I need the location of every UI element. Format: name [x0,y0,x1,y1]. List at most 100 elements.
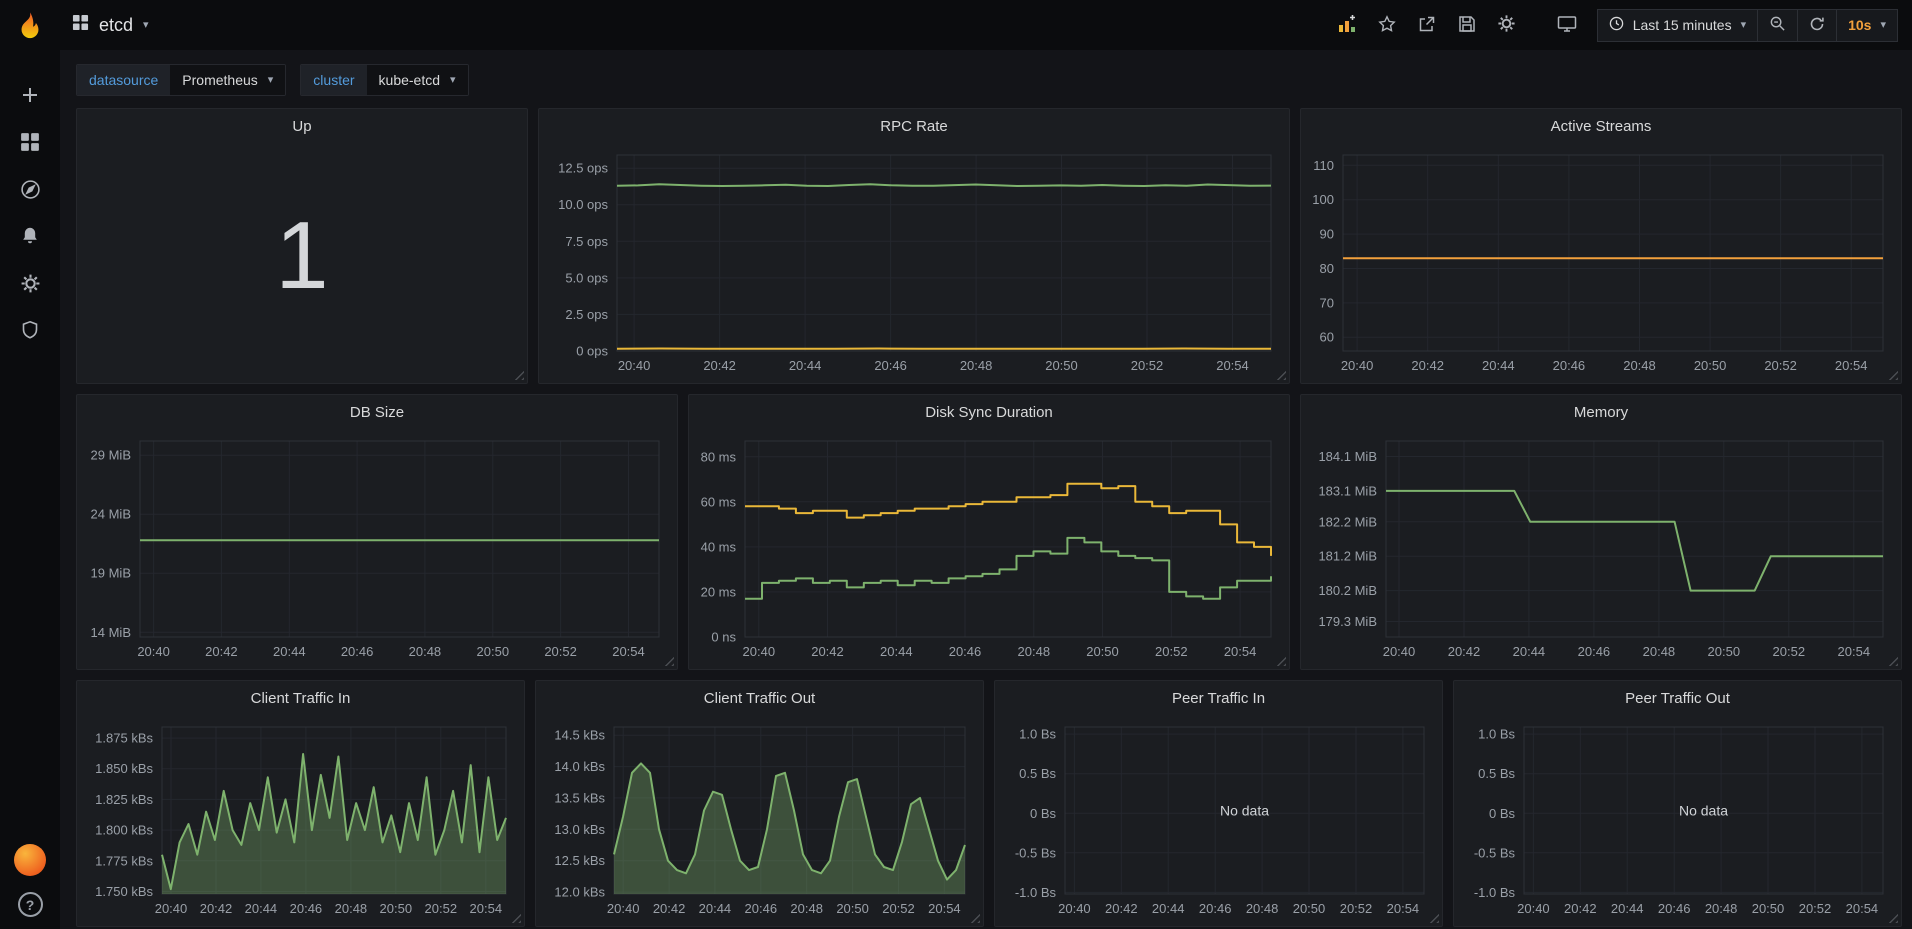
star-dashboard-button[interactable] [1369,10,1405,40]
svg-text:20:50: 20:50 [1293,901,1326,916]
svg-text:20:50: 20:50 [1694,358,1727,373]
svg-text:80: 80 [1320,261,1334,276]
svg-text:20:50: 20:50 [1708,644,1741,659]
peer-traffic-out-chart[interactable]: 20:4020:4220:4420:4620:4820:5020:5220:54… [1458,715,1897,924]
svg-text:20:42: 20:42 [811,644,844,659]
dashboard-row-3: Client Traffic In 20:4020:4220:4420:4620… [76,680,1902,927]
svg-text:20:54: 20:54 [1835,358,1868,373]
memory-chart[interactable]: 20:4020:4220:4420:4620:4820:5020:5220:54… [1305,429,1897,667]
zoom-out-time-button[interactable] [1758,9,1798,42]
variable-datasource-dropdown[interactable]: Prometheus ▾ [170,65,285,95]
variable-datasource-value: Prometheus [182,72,257,88]
svg-text:60: 60 [1320,330,1334,345]
rpc-rate-chart[interactable]: 20:4020:4220:4420:4620:4820:5020:5220:54… [543,143,1285,381]
svg-text:20:52: 20:52 [1131,358,1164,373]
dashboard-settings-button[interactable] [1489,10,1525,40]
clock-icon [1609,16,1624,34]
panel-title[interactable]: Active Streams [1301,109,1901,143]
panel-title[interactable]: Peer Traffic In [995,681,1442,715]
svg-text:20:44: 20:44 [1152,901,1185,916]
sidebar-item-create[interactable] [0,74,60,121]
panel-up: Up 1 [76,108,528,384]
dashboard-title-button[interactable]: etcd ▾ [72,14,149,36]
variable-datasource-label: datasource [77,65,170,95]
variable-cluster-label: cluster [301,65,366,95]
panel-title[interactable]: Memory [1301,395,1901,429]
svg-text:182.2 MiB: 182.2 MiB [1318,514,1377,529]
active-streams-chart[interactable]: 20:4020:4220:4420:4620:4820:5020:5220:54… [1305,143,1897,381]
chevron-down-icon: ▾ [1880,20,1886,31]
svg-text:20:46: 20:46 [1553,358,1586,373]
sidebar-item-explore[interactable] [0,168,60,215]
svg-text:13.0 kBs: 13.0 kBs [554,822,605,837]
panel-title[interactable]: Client Traffic Out [536,681,983,715]
svg-text:20:40: 20:40 [618,358,651,373]
cycle-view-mode-button[interactable] [1549,10,1585,40]
svg-text:20:50: 20:50 [1752,901,1785,916]
svg-text:20:44: 20:44 [273,644,306,659]
svg-text:20:54: 20:54 [1216,358,1249,373]
svg-text:1.825 kBs: 1.825 kBs [95,792,153,807]
svg-text:13.5 kBs: 13.5 kBs [554,790,605,805]
panel-title[interactable]: Disk Sync Duration [689,395,1289,429]
variable-datasource: datasource Prometheus ▾ [76,64,286,96]
save-dashboard-button[interactable] [1449,10,1485,40]
peer-traffic-in-chart[interactable]: 20:4020:4220:4420:4620:4820:5020:5220:54… [999,715,1438,924]
refresh-interval-dropdown[interactable]: 10s ▾ [1837,9,1898,42]
sidebar-item-configuration[interactable] [0,262,60,309]
svg-text:0.5 Bs: 0.5 Bs [1478,766,1515,781]
dashboard-row-1: Up 1 RPC Rate 20:4020:4220:4420:4620:482… [76,108,1902,384]
panel-title[interactable]: RPC Rate [539,109,1289,143]
db-size-chart[interactable]: 20:4020:4220:4420:4620:4820:5020:5220:54… [81,429,673,667]
sidebar-item-server-admin[interactable] [0,309,60,356]
svg-text:20:40: 20:40 [155,901,188,916]
help-icon[interactable]: ? [18,892,43,917]
dashboard-grid-icon [72,14,89,36]
svg-text:180.2 MiB: 180.2 MiB [1318,583,1377,598]
time-range-picker[interactable]: Last 15 minutes ▾ [1597,9,1758,42]
client-traffic-out-chart[interactable]: 20:4020:4220:4420:4620:4820:5020:5220:54… [540,715,979,924]
svg-text:-0.5 Bs: -0.5 Bs [1015,845,1057,860]
disk-sync-duration-chart[interactable]: 20:4020:4220:4420:4620:4820:5020:5220:54… [693,429,1285,667]
variable-cluster-dropdown[interactable]: kube-etcd ▾ [367,65,468,95]
svg-text:179.3 MiB: 179.3 MiB [1318,614,1377,629]
user-avatar[interactable] [14,844,46,876]
svg-text:40 ms: 40 ms [701,539,737,554]
panel-title[interactable]: Up [77,109,527,143]
dashboard-main: datasource Prometheus ▾ cluster kube-etc… [60,50,1912,929]
svg-text:20:48: 20:48 [1018,644,1051,659]
sidebar-item-dashboards[interactable] [0,121,60,168]
svg-text:1.775 kBs: 1.775 kBs [95,853,153,868]
up-value: 1 [77,143,527,383]
svg-text:24 MiB: 24 MiB [91,507,131,522]
client-traffic-in-chart[interactable]: 20:4020:4220:4420:4620:4820:5020:5220:54… [81,715,520,924]
refresh-icon [1809,16,1825,35]
panel-db-size: DB Size 20:4020:4220:4420:4620:4820:5020… [76,394,678,670]
svg-text:20:42: 20:42 [1448,644,1481,659]
svg-text:20:48: 20:48 [409,644,442,659]
svg-text:14.0 kBs: 14.0 kBs [554,759,605,774]
sidebar-item-alerting[interactable] [0,215,60,262]
dashboard-title: etcd [99,15,133,36]
panel-title[interactable]: Client Traffic In [77,681,524,715]
svg-text:19 MiB: 19 MiB [91,566,131,581]
refresh-button[interactable] [1798,9,1837,42]
svg-text:20:40: 20:40 [607,901,640,916]
share-dashboard-button[interactable] [1409,10,1445,40]
svg-text:90: 90 [1320,227,1334,242]
grafana-logo-icon[interactable] [0,10,60,40]
svg-text:0 Bs: 0 Bs [1489,806,1516,821]
svg-text:20:46: 20:46 [290,901,323,916]
gear-icon [20,273,41,299]
chevron-down-icon: ▾ [143,20,149,31]
svg-text:0 ops: 0 ops [576,344,608,359]
svg-text:20 ms: 20 ms [701,584,737,599]
svg-text:20:40: 20:40 [743,644,776,659]
add-panel-button[interactable] [1329,10,1365,40]
sidebar: ? [0,50,60,929]
svg-text:20:48: 20:48 [790,901,823,916]
svg-text:0 ns: 0 ns [711,630,736,645]
panel-title[interactable]: DB Size [77,395,677,429]
panel-peer-traffic-in: Peer Traffic In 20:4020:4220:4420:4620:4… [994,680,1443,927]
panel-title[interactable]: Peer Traffic Out [1454,681,1901,715]
